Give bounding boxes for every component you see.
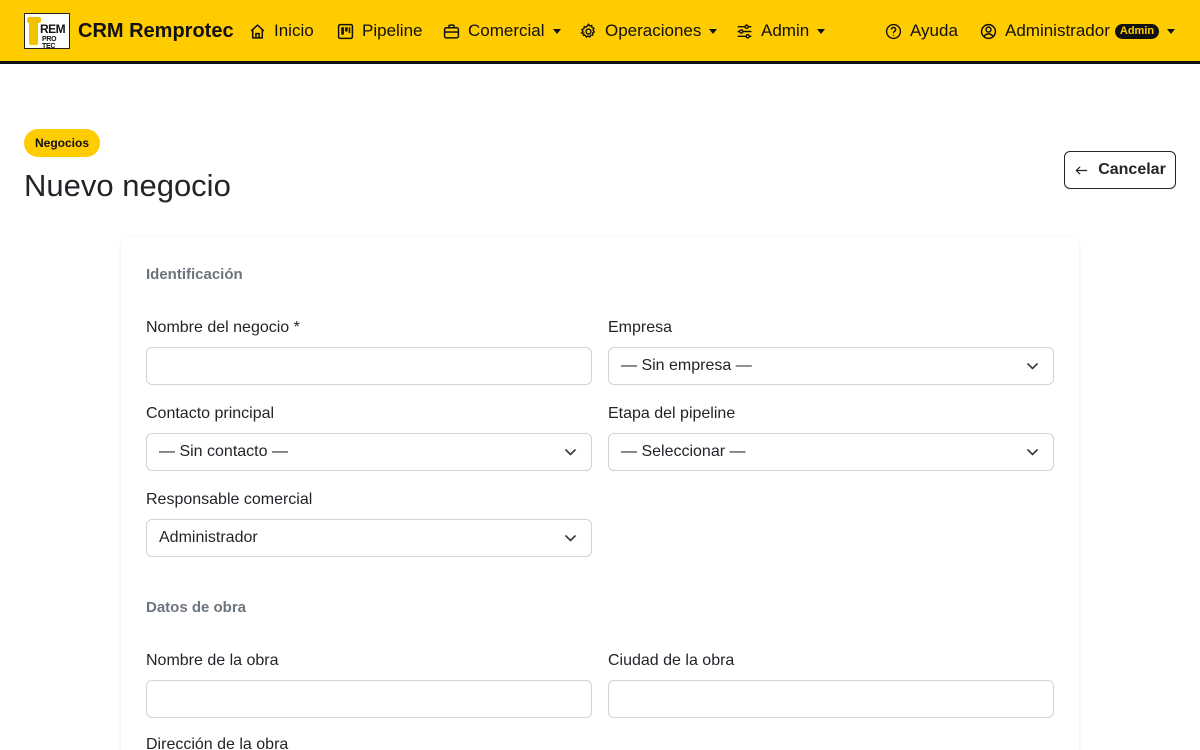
nav-item-pipeline[interactable]: Pipeline	[337, 0, 423, 62]
home-icon	[250, 23, 265, 39]
contacto-selected: — Sin contacto —	[159, 443, 288, 460]
label-ciudad-obra: Ciudad de la obra	[608, 652, 735, 669]
label-direccion-obra: Dirección de la obra	[146, 736, 289, 750]
cancel-button[interactable]: Cancelar	[1064, 151, 1176, 189]
nombre-obra-input[interactable]	[146, 680, 592, 718]
user-circle-icon	[980, 23, 997, 39]
nav-item-ayuda[interactable]: Ayuda	[885, 0, 958, 62]
nav-item-label: Comercial	[468, 21, 545, 40]
contacto-select[interactable]: — Sin contacto —	[146, 433, 592, 471]
etapa-select[interactable]: — Seleccionar —	[608, 433, 1054, 471]
label-responsable: Responsable comercial	[146, 491, 313, 508]
label-empresa: Empresa	[608, 319, 673, 336]
ciudad-obra-input[interactable]	[608, 680, 1054, 718]
empresa-select[interactable]: — Sin empresa —	[608, 347, 1054, 385]
section-title-identificacion: Identificación	[146, 266, 243, 283]
nav-item-inicio[interactable]: Inicio	[249, 0, 314, 62]
etapa-selected: — Seleccionar —	[621, 443, 746, 460]
responsable-selected: Administrador	[159, 529, 258, 546]
top-navbar: REM PRO TEC CRM Remprotec Inicio Pipelin…	[0, 0, 1200, 64]
label-contacto: Contacto principal	[146, 405, 275, 422]
nav-item-label: Pipeline	[362, 21, 423, 40]
caret-down-icon	[817, 28, 826, 34]
responsable-select[interactable]: Administrador	[146, 519, 592, 557]
section-badge: Negocios	[24, 129, 101, 157]
chevron-down-icon	[1026, 448, 1039, 456]
chevron-down-icon	[1026, 362, 1039, 370]
nav-item-admin[interactable]: Admin	[736, 0, 826, 62]
user-name: Administrador	[1005, 21, 1110, 40]
chevron-down-icon	[564, 448, 577, 456]
label-etapa: Etapa del pipeline	[608, 405, 736, 422]
caret-down-icon	[709, 28, 718, 34]
caret-down-icon	[1167, 28, 1176, 34]
kanban-icon	[337, 23, 354, 39]
user-menu[interactable]: Administrador Admin	[980, 0, 1176, 62]
chevron-down-icon	[564, 534, 577, 542]
brand-name: CRM Remprotec	[78, 19, 234, 42]
nav-item-label: Inicio	[274, 21, 314, 40]
nombre-negocio-input[interactable]	[146, 347, 592, 385]
help-icon	[885, 23, 902, 39]
nav-item-comercial[interactable]: Comercial	[443, 0, 561, 62]
caret-down-icon	[552, 28, 561, 34]
arrow-left-icon	[1075, 165, 1088, 175]
nav-item-label: Operaciones	[605, 21, 702, 40]
label-nombre-obra: Nombre de la obra	[146, 652, 279, 669]
nav-item-label: Admin	[761, 21, 810, 40]
sliders-icon	[737, 23, 752, 39]
page-title: Nuevo negocio	[24, 168, 231, 203]
section-title-obra: Datos de obra	[146, 599, 247, 616]
label-nombre-negocio: Nombre del negocio *	[146, 319, 300, 336]
cancel-button-label: Cancelar	[1098, 161, 1166, 178]
company-logo: REM PRO TEC	[24, 13, 70, 49]
role-badge: Admin	[1114, 23, 1160, 39]
form-card: Identificación Nombre del negocio * Empr…	[121, 237, 1079, 750]
empresa-selected: — Sin empresa —	[621, 357, 752, 374]
nav-item-label: Ayuda	[910, 21, 958, 40]
briefcase-icon	[443, 23, 460, 39]
gear-icon	[580, 22, 596, 38]
brand-link[interactable]: REM PRO TEC CRM Remprotec	[24, 13, 234, 49]
nav-item-operaciones[interactable]: Operaciones	[580, 0, 718, 62]
